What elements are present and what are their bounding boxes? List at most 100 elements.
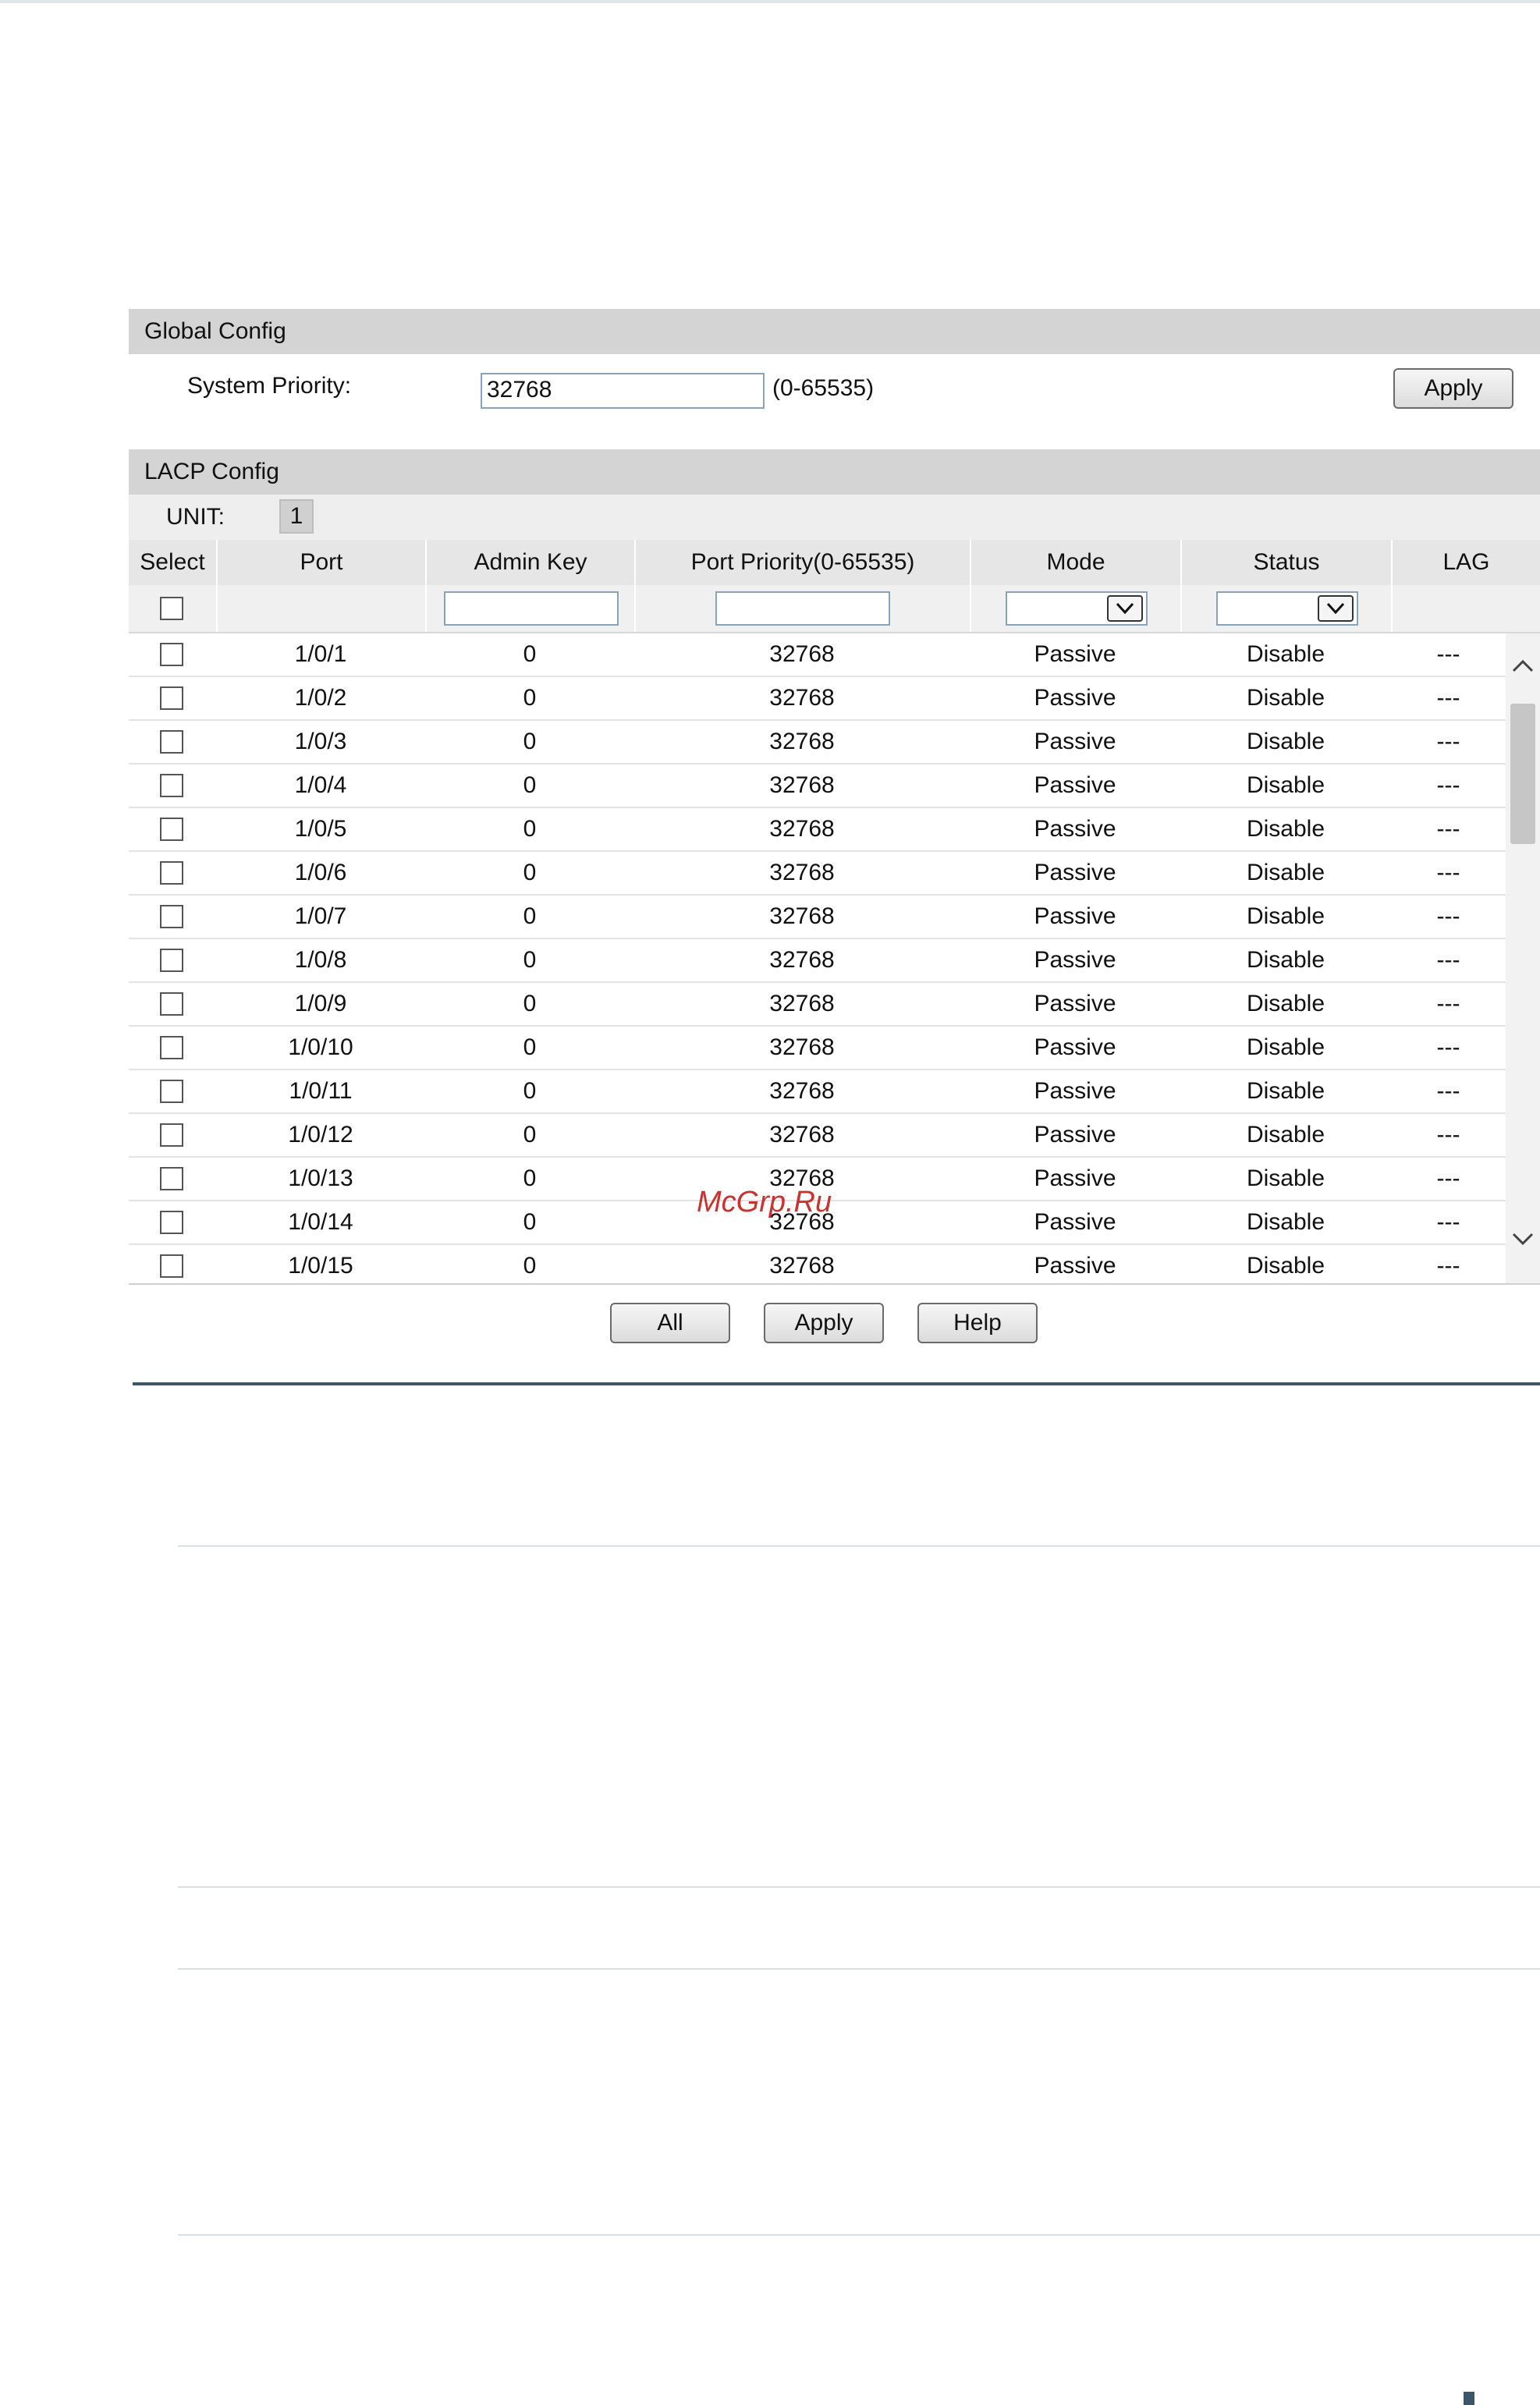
admin-key-cell: 0 <box>523 1122 537 1148</box>
col-port: Port <box>216 540 425 585</box>
admin-key-cell: 0 <box>523 729 537 754</box>
filter-status-cell <box>1180 585 1391 632</box>
port-cell: 1/0/7 <box>294 903 347 929</box>
table-row[interactable]: 1/0/7 0 32768 Passive Disable --- <box>129 896 1506 939</box>
unit-1-button[interactable]: 1 <box>279 499 314 534</box>
system-priority-range: (0-65535) <box>772 375 875 401</box>
watermark-text: McGrp.Ru <box>697 1186 832 1218</box>
table-row[interactable]: 1/0/5 0 32768 Passive Disable --- <box>129 808 1506 852</box>
filter-mode-cell <box>970 585 1180 632</box>
table-row[interactable]: 1/0/6 0 32768 Passive Disable --- <box>129 852 1506 896</box>
row-select-checkbox[interactable] <box>160 818 183 841</box>
table-row[interactable]: 1/0/12 0 32768 Passive Disable --- <box>129 1114 1506 1158</box>
table-row[interactable]: 1/0/8 0 32768 Passive Disable --- <box>129 939 1506 983</box>
row-select-checkbox[interactable] <box>160 1123 183 1147</box>
section-divider <box>133 1382 1540 1385</box>
status-cell: Disable <box>1246 641 1325 667</box>
mode-filter-select[interactable] <box>1006 591 1148 626</box>
status-cell: Disable <box>1246 816 1325 842</box>
global-apply-button[interactable]: Apply <box>1393 368 1513 409</box>
lag-cell: --- <box>1436 1034 1460 1060</box>
status-cell: Disable <box>1246 1034 1325 1060</box>
help-button[interactable]: Help <box>917 1303 1038 1343</box>
row-select-checkbox[interactable] <box>160 643 183 666</box>
port-cell: 1/0/8 <box>294 947 347 973</box>
table-row[interactable]: 1/0/2 0 32768 Passive Disable --- <box>129 677 1506 721</box>
port-priority-cell: 32768 <box>769 772 835 798</box>
unit-row <box>129 495 1540 540</box>
row-select-checkbox[interactable] <box>160 686 183 710</box>
lag-cell: --- <box>1436 1122 1460 1148</box>
row-select-checkbox[interactable] <box>160 1080 183 1103</box>
lag-cell: --- <box>1436 685 1460 711</box>
row-select-checkbox[interactable] <box>160 774 183 797</box>
lag-cell: --- <box>1436 641 1460 667</box>
port-cell: 1/0/5 <box>294 816 347 842</box>
lag-cell: --- <box>1436 729 1460 754</box>
row-select-checkbox[interactable] <box>160 992 183 1016</box>
admin-key-cell: 0 <box>523 641 537 667</box>
select-all-checkbox[interactable] <box>160 597 183 620</box>
port-cell: 1/0/2 <box>294 685 347 711</box>
col-lag: LAG <box>1391 540 1540 585</box>
port-priority-cell: 32768 <box>769 1078 835 1104</box>
status-filter-select[interactable] <box>1216 591 1358 626</box>
row-select-checkbox[interactable] <box>160 1254 183 1278</box>
table-scrollbar[interactable] <box>1506 633 1540 1283</box>
admin-key-cell: 0 <box>523 1165 537 1191</box>
table-row[interactable]: 1/0/4 0 32768 Passive Disable --- <box>129 764 1506 808</box>
port-priority-cell: 32768 <box>769 1253 835 1279</box>
table-row[interactable]: 1/0/9 0 32768 Passive Disable --- <box>129 983 1506 1027</box>
status-cell: Disable <box>1246 1078 1325 1104</box>
row-select-checkbox[interactable] <box>160 1167 183 1190</box>
port-cell: 1/0/6 <box>294 860 347 885</box>
table-rule <box>178 1968 1540 1970</box>
admin-key-cell: 0 <box>523 816 537 842</box>
chevron-down-icon <box>1107 595 1143 622</box>
mode-cell: Passive <box>1034 903 1116 929</box>
mode-cell: Passive <box>1034 729 1116 754</box>
lag-cell: --- <box>1436 860 1460 885</box>
mode-cell: Passive <box>1034 1034 1116 1060</box>
status-cell: Disable <box>1246 685 1325 711</box>
filter-select-cell <box>129 585 216 632</box>
page-corner-mark <box>1464 2392 1474 2405</box>
table-row[interactable]: 1/0/10 0 32768 Passive Disable --- <box>129 1027 1506 1070</box>
table-row[interactable]: 1/0/1 0 32768 Passive Disable --- <box>129 633 1506 677</box>
status-cell: Disable <box>1246 1165 1325 1191</box>
filter-row <box>129 585 1540 633</box>
row-select-checkbox[interactable] <box>160 861 183 885</box>
lacp-config-header: LACP Config <box>129 449 1540 495</box>
row-select-checkbox[interactable] <box>160 730 183 754</box>
lag-cell: --- <box>1436 991 1460 1016</box>
row-select-checkbox[interactable] <box>160 1211 183 1234</box>
all-button[interactable]: All <box>610 1303 730 1343</box>
scrollbar-thumb[interactable] <box>1510 704 1535 844</box>
port-cell: 1/0/1 <box>294 641 347 667</box>
filter-admin-key-cell <box>425 585 634 632</box>
row-select-checkbox[interactable] <box>160 949 183 972</box>
lag-cell: --- <box>1436 903 1460 929</box>
row-select-checkbox[interactable] <box>160 905 183 928</box>
port-priority-cell: 32768 <box>769 947 835 973</box>
filter-lag-cell <box>1391 585 1540 632</box>
system-priority-input[interactable]: 32768 <box>481 373 765 409</box>
table-rule <box>178 2234 1540 2236</box>
table-row[interactable]: 1/0/15 0 32768 Passive Disable --- <box>129 1245 1506 1283</box>
table-row[interactable]: 1/0/3 0 32768 Passive Disable --- <box>129 721 1506 764</box>
port-priority-cell: 32768 <box>769 991 835 1016</box>
col-port-priority: Port Priority(0-65535) <box>634 540 970 585</box>
port-priority-filter-input[interactable] <box>715 591 890 626</box>
mode-cell: Passive <box>1034 947 1116 973</box>
apply-button[interactable]: Apply <box>764 1303 884 1343</box>
chevron-up-icon[interactable] <box>1506 646 1540 685</box>
mode-cell: Passive <box>1034 1078 1116 1104</box>
table-row[interactable]: 1/0/11 0 32768 Passive Disable --- <box>129 1070 1506 1114</box>
chevron-down-icon[interactable] <box>1506 1220 1540 1259</box>
lag-cell: --- <box>1436 947 1460 973</box>
lag-cell: --- <box>1436 1253 1460 1279</box>
admin-key-filter-input[interactable] <box>444 591 619 626</box>
row-select-checkbox[interactable] <box>160 1036 183 1059</box>
status-cell: Disable <box>1246 772 1325 798</box>
port-priority-cell: 32768 <box>769 1034 835 1060</box>
